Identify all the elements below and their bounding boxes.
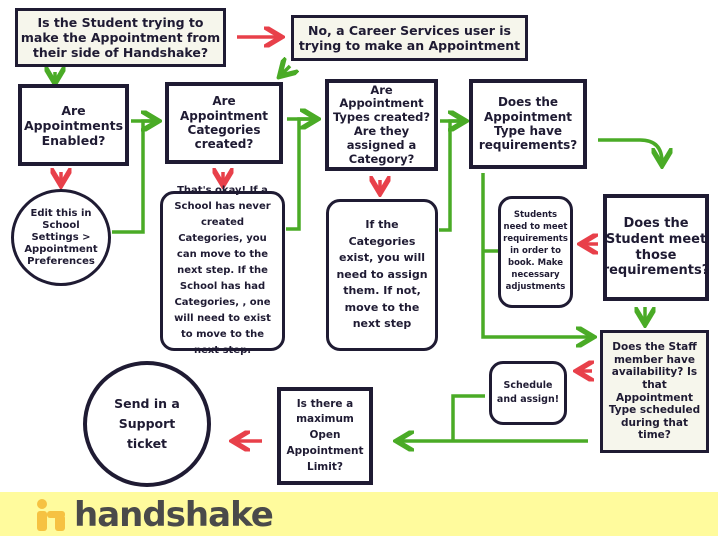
categories-okay-node: That's okay! If a School has never creat… — [160, 185, 285, 356]
handshake-logo: handshake — [34, 495, 274, 535]
type-requirements-question: Does the Appointment Type have requireme… — [469, 79, 587, 169]
assign-types-node: If the Categories exist, you will need t… — [326, 199, 438, 351]
staff-availability-question: Does the Staff member have availability?… — [600, 330, 709, 453]
types-created-question: Are Appointment Types created? Are they … — [325, 79, 438, 171]
schedule-assign-node: Schedule and assign! — [489, 361, 567, 425]
handshake-logo-icon — [37, 499, 65, 531]
student-side-question: Is the Student trying to make the Appoin… — [15, 8, 226, 67]
arrow-yes — [451, 394, 485, 441]
appointments-enabled-question: Are Appointments Enabled? — [18, 84, 129, 166]
handshake-logo-text: handshake — [74, 495, 274, 535]
arrow-yes — [282, 66, 290, 74]
arrow-yes — [598, 138, 662, 162]
categories-created-question: Are Appointment Categories created? — [165, 82, 283, 164]
max-limit-question: Is there a maximum Open Appointment Limi… — [277, 387, 373, 485]
edit-settings-node: Edit this in School Settings > Appointme… — [11, 189, 111, 286]
student-meet-question: Does the Student meet those requirements… — [603, 194, 709, 301]
arrow-yes — [286, 119, 314, 231]
students-need-node: Students need to meet requirements in or… — [498, 196, 573, 308]
career-services-node: No, a Career Services user is trying to … — [291, 15, 528, 61]
arrow-yes — [439, 121, 462, 232]
support-ticket-node: Send in a Support ticket — [83, 361, 211, 487]
